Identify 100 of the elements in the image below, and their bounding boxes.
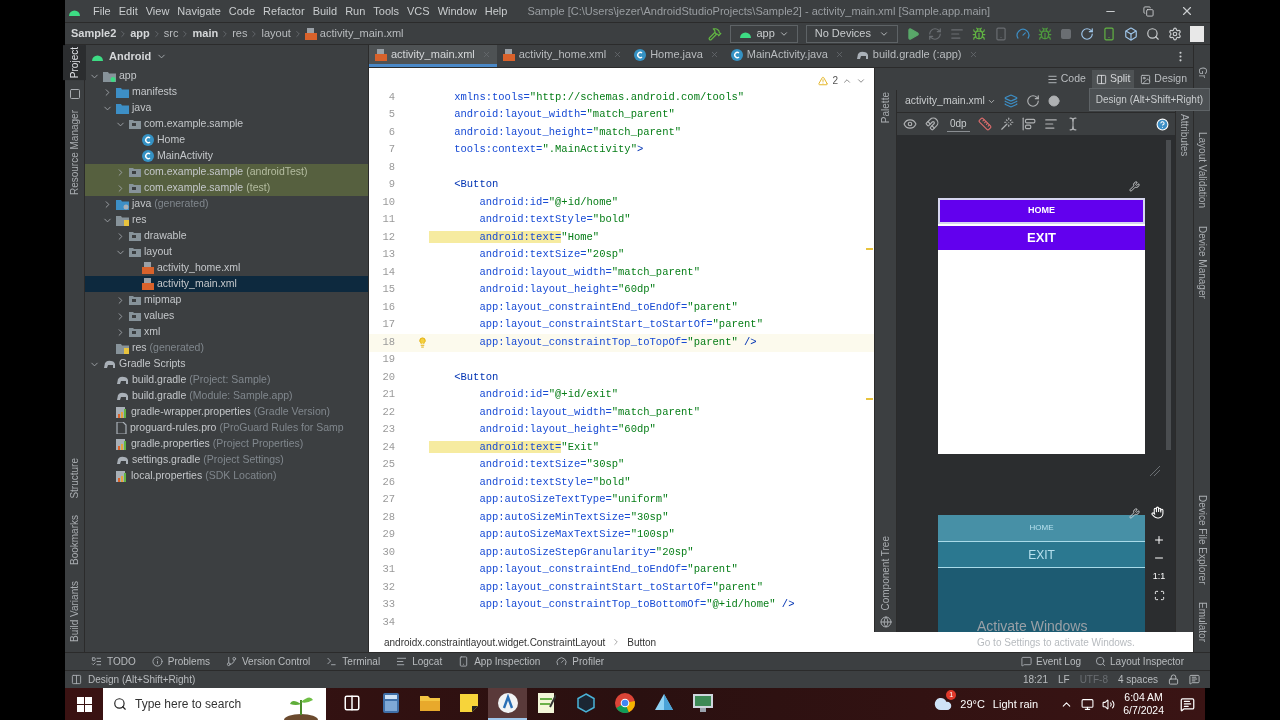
tree-item[interactable]: gradle.properties (Project Properties): [85, 436, 368, 452]
project-view-dropdown[interactable]: Android: [109, 48, 152, 65]
view-mode-button[interactable]: Code: [1042, 70, 1090, 88]
wrench-icon[interactable]: [1129, 508, 1140, 519]
breadcrumb[interactable]: main: [192, 25, 219, 42]
rotate-icon[interactable]: [1025, 94, 1040, 108]
align-icon[interactable]: [1021, 117, 1036, 131]
settings-icon[interactable]: [1168, 26, 1182, 41]
tree-item[interactable]: local.properties (SDK Location): [85, 468, 368, 484]
path-item[interactable]: androidx.constraintlayout.widget.ConstraintLayout: [384, 634, 606, 650]
tree-item[interactable]: MainActivity: [85, 148, 368, 164]
weather-condition[interactable]: Light rain: [992, 695, 1039, 713]
editor-tab[interactable]: activity_home.xml: [496, 45, 629, 67]
editor-tab[interactable]: build.gradle (:app): [849, 45, 984, 67]
hand-icon[interactable]: [1151, 506, 1164, 519]
tool-window-button[interactable]: Logcat: [396, 654, 443, 669]
tool-window-tab[interactable]: Palette: [874, 90, 897, 126]
layout-file-dropdown[interactable]: activity_main.xml: [905, 93, 996, 109]
tree-item[interactable]: layout: [85, 244, 368, 260]
editor-tab[interactable]: activity_main.xml: [369, 45, 497, 67]
menu-item[interactable]: File: [89, 2, 115, 20]
layers-icon[interactable]: [1003, 94, 1018, 108]
align-icon[interactable]: [1043, 117, 1058, 131]
tool-window-tab[interactable]: Resource Manager: [63, 108, 86, 198]
path-item[interactable]: Button: [627, 634, 657, 650]
resize-handle-icon[interactable]: [1149, 465, 1161, 477]
volume-icon[interactable]: [1102, 697, 1116, 711]
view-mode-button[interactable]: Design: [1136, 70, 1191, 88]
tool-window-tab[interactable]: Project: [63, 45, 86, 81]
clock-time[interactable]: 6:04 AM: [1124, 691, 1163, 704]
tool-window-tab[interactable]: Bookmarks: [63, 513, 86, 568]
taskbar-app[interactable]: [488, 688, 527, 720]
tool-window-tab[interactable]: Emulator: [1190, 600, 1214, 644]
circle-icon[interactable]: [1047, 95, 1060, 107]
tree-item[interactable]: build.gradle (Project: Sample): [85, 372, 368, 388]
ruler-icon[interactable]: [977, 117, 992, 131]
tree-item[interactable]: com.example.sample (test): [85, 180, 368, 196]
magnet-icon[interactable]: [925, 117, 939, 131]
tree-item[interactable]: com.example.sample (androidTest): [85, 164, 368, 180]
cube-icon[interactable]: [1124, 26, 1138, 41]
tree-item[interactable]: com.example.sample: [85, 116, 368, 132]
breadcrumb[interactable]: src: [163, 25, 179, 42]
warning-count[interactable]: 2: [832, 73, 838, 88]
tree-item[interactable]: java: [85, 100, 368, 116]
taskbar-search-field[interactable]: Type here to search: [103, 688, 326, 720]
tree-item[interactable]: Gradle Scripts: [85, 356, 368, 372]
tool-window-button[interactable]: TODO: [91, 654, 136, 669]
clock-date[interactable]: 6/7/2024: [1123, 704, 1164, 717]
zoom-reset-button[interactable]: 1:1: [1152, 570, 1166, 584]
menu-item[interactable]: Edit: [114, 2, 142, 20]
preview-button[interactable]: EXIT: [938, 226, 1145, 250]
tree-item[interactable]: Home: [85, 132, 368, 148]
eye-icon[interactable]: [903, 117, 917, 131]
search-icon[interactable]: [1146, 26, 1160, 41]
tool-window-tab[interactable]: Device Manager: [1190, 224, 1214, 301]
temperature[interactable]: 29°C: [960, 695, 985, 713]
sync-icon[interactable]: [1080, 26, 1094, 41]
tree-item[interactable]: app: [85, 68, 368, 84]
tree-item[interactable]: drawable: [85, 228, 368, 244]
tree-item[interactable]: settings.gradle (Project Settings): [85, 452, 368, 468]
scrollbar[interactable]: [1166, 140, 1171, 450]
cloud-icon[interactable]: [934, 695, 953, 713]
editor-tab[interactable]: Home.java: [628, 45, 725, 67]
tree-item[interactable]: manifests: [85, 84, 368, 100]
tree-item[interactable]: res (generated): [85, 340, 368, 356]
tool-window-tab[interactable]: Build Variants: [63, 579, 86, 644]
gauge-icon[interactable]: [1016, 26, 1030, 41]
tool-window-tab[interactable]: Device File Explorer: [1190, 492, 1214, 586]
tree-item[interactable]: gradle-wrapper.properties (Gradle Version): [85, 404, 368, 420]
menu-item[interactable]: View: [141, 2, 174, 20]
hammer-icon[interactable]: [708, 26, 723, 41]
menu-item[interactable]: Window: [433, 2, 481, 20]
breadcrumb[interactable]: res: [232, 25, 248, 42]
tree-item[interactable]: res: [85, 212, 368, 228]
run-icon[interactable]: [906, 26, 920, 41]
tool-window-tab[interactable]: Component Tree: [874, 533, 897, 612]
tree-item[interactable]: proguard-rules.pro (ProGuard Rules for Samp: [85, 420, 368, 436]
tree-item[interactable]: activity_main.xml: [85, 276, 368, 292]
help-icon[interactable]: [1156, 117, 1169, 131]
run-configuration-dropdown[interactable]: app: [730, 24, 798, 43]
device-icon[interactable]: [1102, 26, 1116, 41]
preview-button[interactable]: HOME: [938, 198, 1145, 224]
tree-item[interactable]: values: [85, 308, 368, 324]
menu-item[interactable]: Build: [308, 2, 342, 20]
restore-icon[interactable]: [1143, 5, 1154, 17]
view-mode-button[interactable]: Split: [1091, 70, 1135, 88]
wand-icon[interactable]: [999, 117, 1014, 131]
tool-window-button[interactable]: Problems: [151, 654, 210, 669]
tree-item[interactable]: java (generated): [85, 196, 368, 212]
globe-icon[interactable]: [879, 616, 892, 628]
status-item[interactable]: LF: [1057, 672, 1070, 687]
breadcrumb[interactable]: activity_main.xml: [319, 25, 404, 42]
tree-item[interactable]: activity_home.xml: [85, 260, 368, 276]
editor-tab[interactable]: MainActivity.java: [724, 45, 850, 67]
bug-icon[interactable]: [972, 26, 986, 41]
bug-icon[interactable]: [1038, 26, 1052, 41]
breadcrumb[interactable]: Sample2: [71, 25, 117, 42]
breadcrumb[interactable]: app: [130, 25, 150, 42]
menu-item[interactable]: Run: [341, 2, 370, 20]
network-icon[interactable]: [1081, 697, 1095, 711]
